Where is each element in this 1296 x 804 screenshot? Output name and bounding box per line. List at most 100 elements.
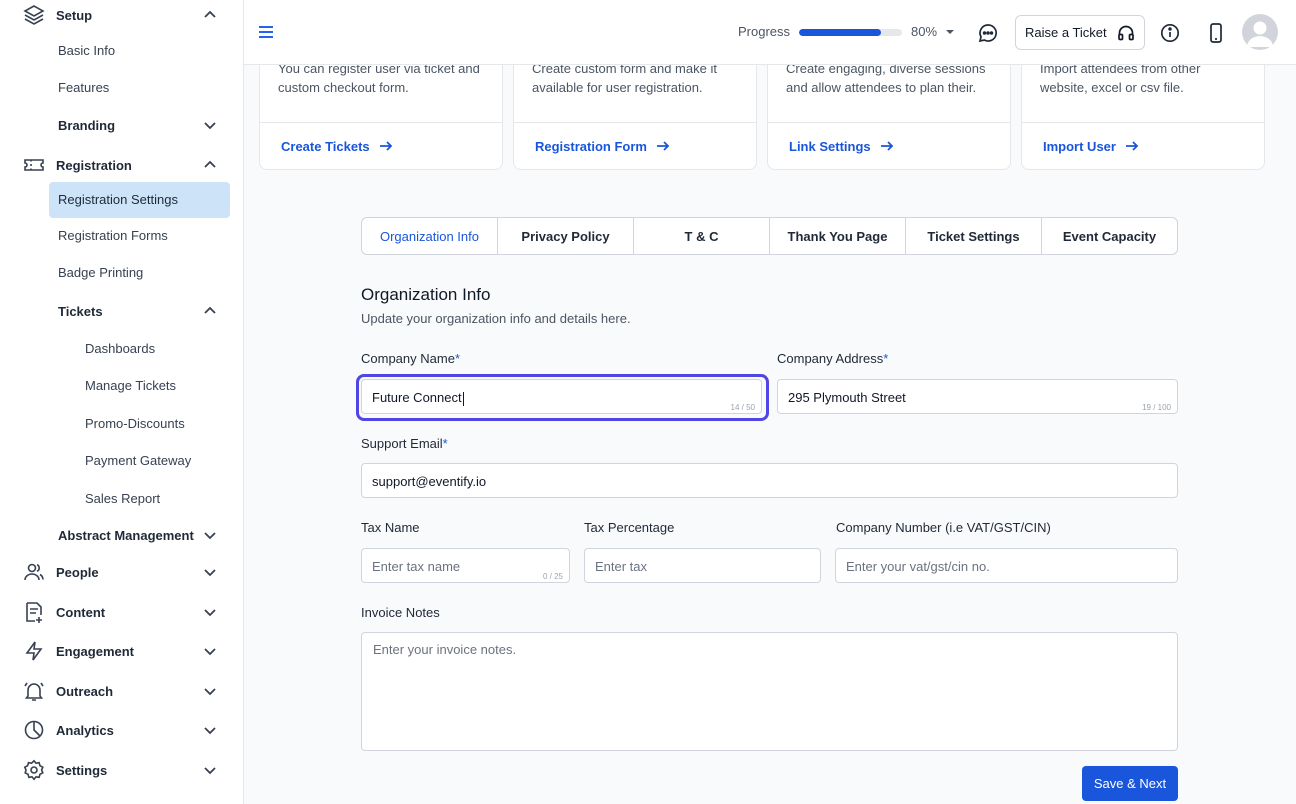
section-title: Organization Info	[361, 285, 491, 304]
sidebar-item-tickets[interactable]: Tickets	[58, 301, 103, 323]
lightning-icon	[22, 639, 46, 663]
arrow-right-icon	[656, 141, 670, 151]
tax-percentage-placeholder: Enter tax	[595, 559, 648, 574]
progress-label: Progress	[738, 24, 791, 39]
sidebar-item-payment-gateway[interactable]: Payment Gateway	[85, 450, 191, 472]
registration-form-link[interactable]: Registration Form	[535, 138, 671, 154]
company-address-label: Company Address*	[777, 351, 889, 366]
chevron-down-icon	[200, 720, 220, 740]
create-tickets-link[interactable]: Create Tickets	[281, 138, 394, 154]
tab-event-capacity[interactable]: Event Capacity	[1042, 218, 1177, 254]
chevron-down-icon[interactable]	[200, 525, 220, 545]
sidebar: Setup Basic Info Features Branding Regis…	[0, 0, 244, 804]
tax-name-input[interactable]: Enter tax name 0 / 25	[361, 548, 570, 583]
caret-down-icon[interactable]	[943, 25, 957, 39]
progress-percent: 80%	[911, 24, 938, 39]
company-number-placeholder: Enter your vat/gst/cin no.	[846, 559, 990, 574]
sidebar-section-settings[interactable]: Settings	[0, 755, 244, 785]
card-divider	[768, 122, 1010, 123]
sidebar-section-label: Outreach	[56, 683, 114, 699]
pie-chart-icon	[22, 718, 46, 742]
sidebar-section-content[interactable]: Content	[0, 597, 244, 627]
company-address-input[interactable]: 295 Plymouth Street 19 / 100	[777, 379, 1178, 414]
link-settings-link[interactable]: Link Settings	[789, 138, 895, 154]
sidebar-section-label: People	[56, 564, 99, 580]
invoice-notes-placeholder: Enter your invoice notes.	[373, 642, 517, 657]
sidebar-item-promo-discounts[interactable]: Promo-Discounts	[85, 413, 185, 435]
arrow-right-icon	[1125, 141, 1139, 151]
user-avatar[interactable]	[1242, 14, 1278, 50]
invoice-notes-textarea[interactable]: Enter your invoice notes.	[361, 632, 1178, 751]
tab-thank-you-page[interactable]: Thank You Page	[770, 218, 906, 254]
chat-bubble-icon[interactable]	[977, 22, 999, 44]
tax-percentage-label: Tax Percentage	[584, 520, 675, 535]
chevron-down-icon	[200, 602, 220, 622]
sidebar-section-engagement[interactable]: Engagement	[0, 636, 244, 666]
arrow-right-icon	[880, 141, 893, 151]
company-name-input[interactable]: Future Connect 14 / 50	[361, 379, 762, 414]
sidebar-item-basic-info[interactable]: Basic Info	[58, 40, 115, 62]
settings-tabs: Organization Info Privacy Policy T & C T…	[361, 217, 1178, 255]
company-name-label: Company Name*	[361, 351, 460, 366]
card-divider	[514, 122, 756, 123]
sidebar-item-abstract-management[interactable]: Abstract Management	[58, 525, 194, 547]
chevron-up-icon	[200, 5, 220, 25]
info-icon[interactable]	[1160, 23, 1180, 43]
sidebar-item-registration-settings[interactable]: Registration Settings	[49, 182, 230, 218]
company-name-value: Future Connect	[372, 390, 462, 405]
arrow-right-icon	[379, 141, 392, 151]
sidebar-section-outreach[interactable]: Outreach	[0, 676, 244, 706]
char-counter: 14 / 50	[730, 403, 755, 412]
bell-icon	[22, 679, 46, 703]
chevron-down-icon	[200, 562, 220, 582]
sidebar-section-setup[interactable]: Setup	[0, 0, 244, 30]
tab-ticket-settings[interactable]: Ticket Settings	[906, 218, 1042, 254]
layers-icon	[22, 3, 46, 27]
sidebar-item-manage-tickets[interactable]: Manage Tickets	[85, 375, 176, 397]
top-header: Progress 80% Raise a Ticket	[244, 0, 1296, 65]
hamburger-menu-icon[interactable]	[258, 22, 274, 42]
sidebar-section-registration[interactable]: Registration	[0, 150, 244, 180]
chevron-up-icon[interactable]	[200, 301, 220, 321]
raise-ticket-label: Raise a Ticket	[1025, 25, 1107, 40]
tab-terms-conditions[interactable]: T & C	[634, 218, 770, 254]
chevron-down-icon[interactable]	[200, 115, 220, 135]
sidebar-item-registration-forms[interactable]: Registration Forms	[58, 225, 168, 247]
sidebar-section-label: Setup	[56, 7, 93, 23]
user-silhouette-icon	[1247, 21, 1273, 47]
sidebar-section-label: Content	[56, 604, 106, 620]
gear-icon	[22, 758, 46, 782]
headset-icon	[1118, 25, 1134, 41]
char-counter: 0 / 25	[542, 572, 563, 581]
support-email-input[interactable]: support@eventify.io	[361, 463, 1178, 498]
document-plus-icon	[22, 600, 46, 624]
sidebar-item-badge-printing[interactable]: Badge Printing	[58, 262, 143, 284]
sidebar-section-label: Engagement	[56, 643, 135, 659]
sidebar-section-analytics[interactable]: Analytics	[0, 715, 244, 745]
sidebar-section-people[interactable]: People	[0, 557, 244, 587]
chevron-down-icon	[200, 641, 220, 661]
tab-privacy-policy[interactable]: Privacy Policy	[498, 218, 634, 254]
save-next-button[interactable]: Save & Next	[1082, 766, 1178, 801]
raise-ticket-button[interactable]: Raise a Ticket	[1015, 15, 1145, 50]
sidebar-item-features[interactable]: Features	[58, 77, 109, 99]
mobile-phone-icon[interactable]	[1206, 22, 1226, 44]
chevron-down-icon	[200, 760, 220, 780]
import-user-link[interactable]: Import User	[1043, 138, 1140, 154]
sidebar-item-sales-report[interactable]: Sales Report	[85, 488, 160, 510]
tab-organization-info[interactable]: Organization Info	[362, 218, 498, 254]
sidebar-item-dashboards[interactable]: Dashboards	[85, 338, 155, 360]
invoice-notes-label: Invoice Notes	[361, 605, 440, 620]
tax-percentage-input[interactable]: Enter tax	[584, 548, 821, 583]
text-caret	[462, 391, 464, 406]
sidebar-item-branding[interactable]: Branding	[58, 115, 115, 137]
sidebar-section-label: Analytics	[56, 722, 114, 738]
support-email-value: support@eventify.io	[372, 474, 487, 489]
card-divider	[260, 122, 502, 123]
tax-name-label: Tax Name	[361, 520, 420, 535]
sidebar-section-label: Settings	[56, 762, 108, 778]
sidebar-section-label: Registration	[56, 157, 132, 173]
company-number-input[interactable]: Enter your vat/gst/cin no.	[835, 548, 1178, 583]
support-email-label: Support Email*	[361, 436, 448, 451]
sidebar-item-label: Registration Settings	[58, 192, 178, 207]
